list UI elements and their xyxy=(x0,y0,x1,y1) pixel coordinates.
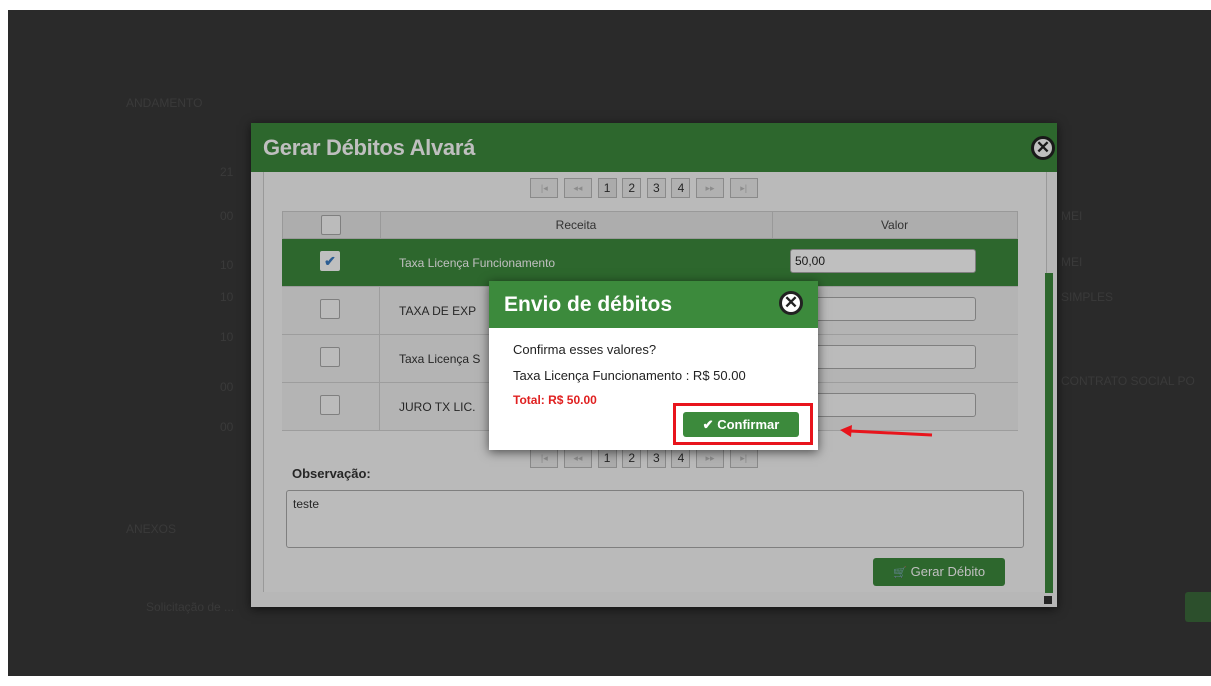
bg-text: CONTRATO SOCIAL PO xyxy=(1061,374,1195,388)
arrow-shaft xyxy=(849,429,933,437)
arrow-head xyxy=(840,425,852,437)
confirmar-button[interactable]: ✔ Confirmar xyxy=(683,412,799,437)
modal-close-icon[interactable]: ✕ xyxy=(779,291,803,315)
modal-question: Confirma esses valores? xyxy=(513,342,657,357)
bg-text: 00 xyxy=(220,420,234,434)
bg-text: 10 xyxy=(220,258,234,272)
bg-text: SIMPLES xyxy=(1061,290,1114,304)
bg-text: MEI xyxy=(1061,209,1083,223)
bg-text: 00 xyxy=(220,209,234,223)
bg-text: MEI xyxy=(1061,255,1083,269)
bg-button xyxy=(1185,592,1211,622)
check-icon: ✔ xyxy=(702,417,718,432)
bg-text: 10 xyxy=(220,290,234,304)
modal-header: Envio de débitos ✕ xyxy=(489,281,818,328)
annotation-arrow xyxy=(840,425,933,437)
bg-anexos-label: ANEXOS xyxy=(126,522,177,536)
modal-item-line: Taxa Licença Funcionamento : R$ 50.00 xyxy=(513,368,746,383)
bg-text: 00 xyxy=(220,380,234,394)
modal-title: Envio de débitos xyxy=(504,293,673,316)
bg-text: Solicitação de ... xyxy=(146,600,235,614)
modal-total: Total: R$ 50.00 xyxy=(513,393,597,407)
bg-text: 10 xyxy=(220,330,234,344)
bg-andamento-label: ANDAMENTO xyxy=(126,96,203,110)
confirmar-label: Confirmar xyxy=(717,417,780,432)
bg-text: 21 xyxy=(220,165,234,179)
envio-debitos-modal: Envio de débitos ✕ Confirma esses valore… xyxy=(489,281,818,450)
